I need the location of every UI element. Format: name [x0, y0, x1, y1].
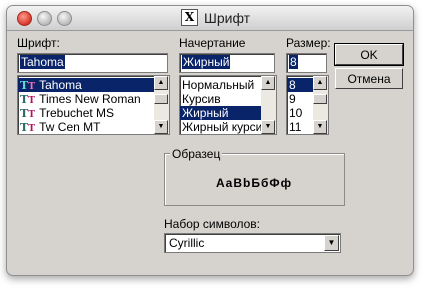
font-list-item[interactable]: TT Tw Cen MT	[18, 120, 169, 134]
minimize-window-button[interactable]	[37, 11, 52, 26]
chevron-down-icon[interactable]: ▼	[324, 235, 339, 251]
font-name-input[interactable]: Tahoma	[17, 53, 168, 73]
font-style-list[interactable]: Нормальный Курсив Жирный Жирный курсив ▲…	[179, 75, 277, 135]
sample-text: AaBbБбФф	[216, 176, 293, 190]
zoom-window-button[interactable]	[57, 11, 72, 26]
font-list-item[interactable]: TT Trebuchet MS	[18, 106, 169, 120]
font-label: Шрифт:	[17, 36, 60, 50]
font-size-list[interactable]: 8 9 10 11 ▲ ▼	[286, 75, 329, 135]
font-dialog-window: X Шрифт Шрифт: Tahoma TT Tahoma TT Times…	[6, 5, 414, 276]
style-label: Начертание	[179, 36, 246, 50]
font-list-item-label: Tw Cen MT	[39, 120, 101, 134]
font-style-input[interactable]: Жирный	[179, 53, 275, 73]
size-label: Размер:	[286, 36, 331, 50]
close-window-button[interactable]	[17, 11, 32, 26]
scroll-up-arrow-icon[interactable]: ▲	[154, 76, 168, 90]
scroll-down-arrow-icon[interactable]: ▼	[313, 120, 327, 134]
scroll-thumb[interactable]	[313, 94, 327, 104]
size-list-scrollbar[interactable]: ▲ ▼	[313, 76, 328, 134]
charset-value: Cyrillic	[169, 236, 205, 250]
font-list-item[interactable]: TT Times New Roman	[18, 92, 169, 106]
style-list-scrollbar[interactable]: ▲ ▼	[261, 76, 276, 134]
window-title: X Шрифт	[181, 9, 250, 26]
x11-app-icon: X	[181, 9, 198, 26]
font-list-item-label: Trebuchet MS	[39, 106, 115, 120]
font-list[interactable]: TT Tahoma TT Times New Roman TT Trebuche…	[17, 75, 170, 135]
sample-label: Образец	[170, 147, 223, 161]
charset-select[interactable]: Cyrillic ▼	[164, 233, 341, 253]
charset-label: Набор символов:	[164, 217, 261, 231]
font-list-scrollbar[interactable]: ▲ ▼	[154, 76, 169, 134]
truetype-icon: TT	[20, 121, 35, 134]
scroll-up-arrow-icon[interactable]: ▲	[313, 76, 327, 90]
scroll-down-arrow-icon[interactable]: ▼	[261, 120, 275, 134]
scroll-down-arrow-icon[interactable]: ▼	[154, 120, 168, 134]
font-name-value: Tahoma	[20, 55, 65, 69]
font-list-item[interactable]: TT Tahoma	[18, 78, 169, 92]
ok-button[interactable]: OK	[334, 43, 404, 66]
font-size-value: 8	[289, 55, 298, 69]
title-bar[interactable]: X Шрифт	[7, 6, 413, 31]
font-list-item-label: Times New Roman	[39, 92, 141, 106]
font-list-item-label: Tahoma	[39, 78, 82, 92]
scroll-up-arrow-icon[interactable]: ▲	[261, 76, 275, 90]
font-size-input[interactable]: 8	[286, 53, 327, 73]
scroll-thumb[interactable]	[154, 94, 168, 104]
font-style-value: Жирный	[182, 55, 231, 69]
cancel-button[interactable]: Отмена	[335, 68, 403, 89]
window-title-text: Шрифт	[204, 9, 251, 26]
